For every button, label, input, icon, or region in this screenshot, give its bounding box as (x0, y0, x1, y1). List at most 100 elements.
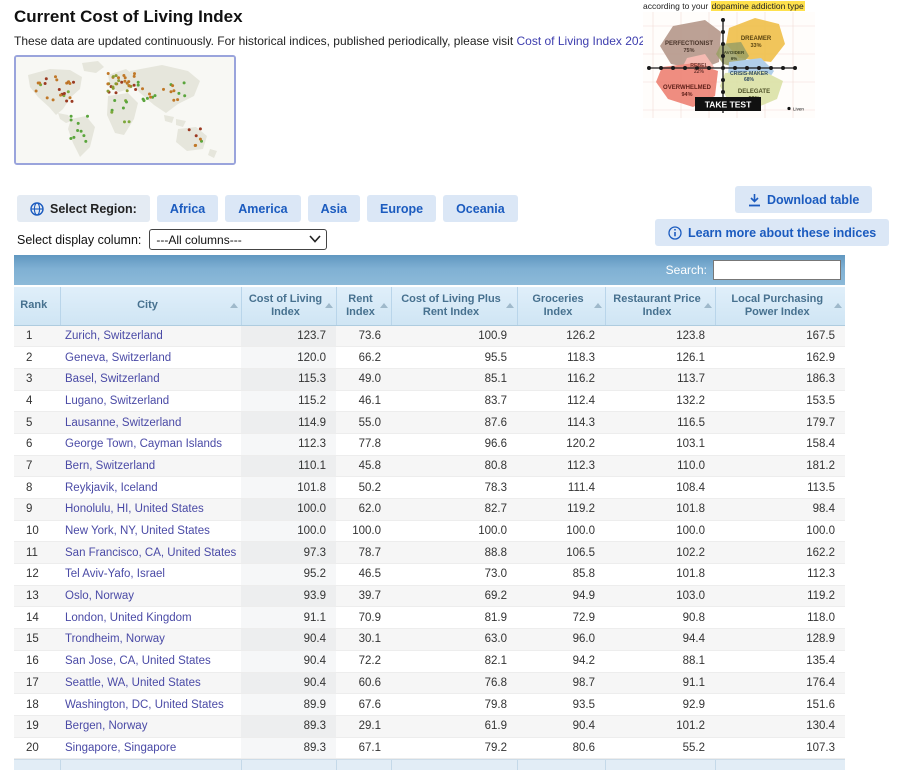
region-button-asia[interactable]: Asia (308, 195, 360, 222)
column-header-rank[interactable]: Rank (14, 287, 60, 325)
map-city-dot (141, 87, 144, 90)
city-link[interactable]: Oslo, Norway (65, 590, 134, 602)
sort-caret-icon[interactable] (230, 303, 238, 308)
historical-index-link[interactable]: Cost of Living Index 2026 (517, 34, 652, 48)
column-header-cost-of-living-plus-rent-index[interactable]: Cost of Living Plus Rent Index (391, 287, 517, 325)
map-city-dot (149, 96, 152, 99)
ad-brand-dot-icon (787, 107, 790, 110)
city-link[interactable]: Tel Aviv-Yafo, Israel (65, 568, 165, 580)
city-cell: Geneva, Switzerland (60, 347, 241, 369)
sort-caret-icon[interactable] (325, 303, 333, 308)
city-link[interactable]: George Town, Cayman Islands (65, 438, 222, 450)
value-cell: 94.9 (517, 585, 605, 607)
value-cell: 101.8 (605, 564, 715, 586)
display-column-select[interactable]: ---All columns--- (149, 229, 327, 250)
column-header-cost-of-living-index[interactable]: Cost of Living Index (241, 287, 336, 325)
ad-region-dreamer: DREAMER (741, 36, 772, 42)
city-link[interactable]: San Jose, CA, United States (65, 655, 211, 667)
advertisement[interactable]: according to your dopamine addiction typ… (643, 1, 815, 120)
ad-region-avoider: AVOIDER (724, 50, 745, 55)
cost-of-living-table: RankCityCost of Living IndexRent IndexCo… (14, 287, 845, 759)
city-link[interactable]: Singapore, Singapore (65, 742, 176, 754)
region-button-africa[interactable]: Africa (157, 195, 218, 222)
city-link[interactable]: New York, NY, United States (65, 525, 210, 537)
sort-caret-icon[interactable] (704, 303, 712, 308)
column-header-rent-index[interactable]: Rent Index (336, 287, 391, 325)
map-city-dot (172, 89, 175, 92)
city-cell: George Town, Cayman Islands (60, 433, 241, 455)
map-city-dot (195, 134, 198, 137)
value-cell: 119.2 (517, 499, 605, 521)
column-header-restaurant-price-index[interactable]: Restaurant Price Index (605, 287, 715, 325)
map-city-dot (199, 127, 202, 130)
world-map-thumbnail[interactable] (14, 55, 236, 165)
city-link[interactable]: Zurich, Switzerland (65, 330, 163, 342)
city-link[interactable]: Washington, DC, United States (65, 699, 224, 711)
select-region-button[interactable]: Select Region: (17, 195, 150, 222)
city-link[interactable]: Seattle, WA, United States (65, 677, 201, 689)
value-cell: 78.7 (336, 542, 391, 564)
value-cell: 70.9 (336, 607, 391, 629)
ad-region-delegate: DELEGATE (738, 89, 770, 95)
map-city-dot (128, 120, 131, 123)
value-cell: 87.6 (391, 412, 517, 434)
value-cell: 100.0 (605, 520, 715, 542)
city-link[interactable]: Honolulu, HI, United States (65, 503, 204, 515)
city-link[interactable]: San Francisco, CA, United States (65, 547, 236, 559)
sort-caret-icon[interactable] (506, 303, 514, 308)
region-button-america[interactable]: America (225, 195, 300, 222)
city-link[interactable]: Trondheim, Norway (65, 633, 165, 645)
footer-cell (60, 760, 241, 770)
value-cell: 132.2 (605, 390, 715, 412)
map-city-dot (120, 81, 123, 84)
value-cell: 112.3 (715, 564, 845, 586)
value-cell: 95.2 (241, 564, 336, 586)
table-row: 14London, United Kingdom91.170.981.972.9… (14, 607, 845, 629)
value-cell: 89.3 (241, 715, 336, 737)
download-table-button[interactable]: Download table (735, 186, 872, 213)
city-link[interactable]: Basel, Switzerland (65, 373, 160, 385)
city-link[interactable]: Lugano, Switzerland (65, 395, 169, 407)
value-cell: 101.2 (605, 715, 715, 737)
city-link[interactable]: Reykjavik, Iceland (65, 482, 158, 494)
map-city-dot (183, 94, 186, 97)
column-header-groceries-index[interactable]: Groceries Index (517, 287, 605, 325)
value-cell: 115.2 (241, 390, 336, 412)
map-city-dot (126, 82, 129, 85)
rank-cell: 2 (14, 347, 60, 369)
city-cell: Reykjavik, Iceland (60, 477, 241, 499)
city-link[interactable]: Geneva, Switzerland (65, 352, 171, 364)
value-cell: 80.8 (391, 455, 517, 477)
map-city-dot (170, 90, 173, 93)
table-row: 9Honolulu, HI, United States100.062.082.… (14, 499, 845, 521)
city-link[interactable]: Bern, Switzerland (65, 460, 155, 472)
map-city-dot (54, 75, 57, 78)
value-cell: 100.0 (715, 520, 845, 542)
city-link[interactable]: Lausanne, Switzerland (65, 417, 181, 429)
column-header-local-purchasing-power-index[interactable]: Local Purchasing Power Index (715, 287, 845, 325)
world-map-graphic (16, 57, 234, 163)
region-button-europe[interactable]: Europe (367, 195, 436, 222)
region-button-oceania[interactable]: Oceania (443, 195, 518, 222)
sort-caret-icon[interactable] (380, 303, 388, 308)
map-city-dot (188, 128, 191, 131)
city-link[interactable]: Bergen, Norway (65, 720, 147, 732)
map-city-dot (123, 120, 126, 123)
map-city-dot (172, 99, 175, 102)
value-cell: 113.5 (715, 477, 845, 499)
ad-take-test-button[interactable]: TAKE TEST (695, 97, 761, 111)
search-label: Search: (666, 263, 707, 277)
sort-caret-icon[interactable] (594, 303, 602, 308)
cost-of-living-page: Current Cost of Living Index These data … (0, 0, 903, 768)
learn-more-button[interactable]: Learn more about these indices (655, 219, 889, 246)
column-header-city[interactable]: City (60, 287, 241, 325)
value-cell: 126.2 (517, 325, 605, 347)
city-link[interactable]: London, United Kingdom (65, 612, 192, 624)
value-cell: 101.8 (605, 499, 715, 521)
footer-cell (605, 760, 715, 770)
map-city-dot (117, 76, 120, 79)
sort-caret-icon[interactable] (834, 303, 842, 308)
map-city-dot (38, 82, 41, 85)
search-input[interactable] (713, 260, 841, 280)
value-cell: 98.7 (517, 672, 605, 694)
